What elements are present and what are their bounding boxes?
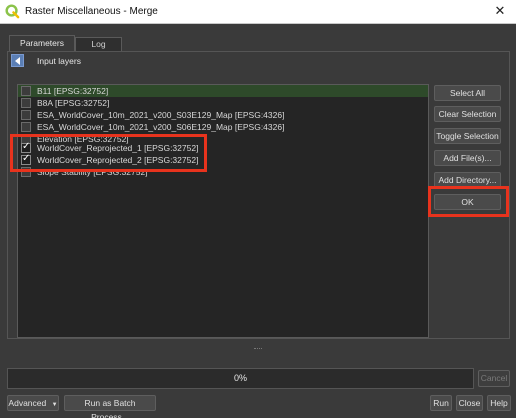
- list-item[interactable]: ✓ WorldCover_Reprojected_1 [EPSG:32752]: [18, 141, 428, 154]
- run-button[interactable]: Run: [430, 395, 452, 411]
- list-item[interactable]: B11 [EPSG:32752]: [18, 85, 428, 97]
- chevron-down-icon: ▼: [51, 402, 58, 408]
- close-button[interactable]: Close: [456, 395, 483, 411]
- add-directory-button[interactable]: Add Directory...: [434, 172, 501, 188]
- close-window-icon[interactable]: ✕: [492, 3, 508, 19]
- layer-name: WorldCover_Reprojected_2 [EPSG:32752]: [37, 155, 199, 165]
- qgis-logo-icon: [5, 4, 20, 19]
- title-bar: Raster Miscellaneous - Merge ✕: [0, 0, 516, 24]
- layer-checkbox[interactable]: [21, 167, 31, 177]
- layer-name: Slope Stability [EPSG:32752]: [37, 167, 148, 177]
- list-item[interactable]: ✓ WorldCover_Reprojected_2 [EPSG:32752]: [18, 153, 428, 166]
- splitter-handle[interactable]: [254, 348, 262, 350]
- advanced-dropdown-button[interactable]: Advanced ▼: [7, 395, 59, 411]
- help-button[interactable]: Help: [487, 395, 511, 411]
- progress-bar: 0%: [7, 368, 474, 389]
- layer-list[interactable]: B11 [EPSG:32752] B8A [EPSG:32752] ESA_Wo…: [17, 84, 429, 338]
- run-batch-process-button[interactable]: Run as Batch Process...: [64, 395, 156, 418]
- advanced-label: Advanced: [8, 398, 47, 408]
- input-layers-label: Input layers: [37, 56, 81, 66]
- collapse-arrow-icon[interactable]: [11, 54, 24, 67]
- list-item[interactable]: Slope Stability [EPSG:32752]: [18, 166, 428, 178]
- clear-selection-button[interactable]: Clear Selection: [434, 106, 501, 122]
- select-all-button[interactable]: Select All: [434, 85, 501, 101]
- layer-name: B8A [EPSG:32752]: [37, 98, 110, 108]
- layer-name: ESA_WorldCover_10m_2021_v200_S06E129_Map…: [37, 122, 285, 132]
- layer-checkbox[interactable]: [21, 98, 31, 108]
- checkmark-icon: ✓: [22, 153, 31, 164]
- layer-checkbox-checked[interactable]: ✓: [21, 153, 31, 165]
- checkmark-icon: ✓: [22, 141, 31, 152]
- cancel-button[interactable]: Cancel: [478, 370, 510, 387]
- list-item[interactable]: B8A [EPSG:32752]: [18, 97, 428, 109]
- layer-checkbox-checked[interactable]: ✓: [21, 141, 31, 153]
- layer-name: ESA_WorldCover_10m_2021_v200_S03E129_Map…: [37, 110, 285, 120]
- tab-parameters[interactable]: Parameters: [9, 35, 75, 52]
- ok-button[interactable]: OK: [434, 194, 501, 210]
- layer-name: WorldCover_Reprojected_1 [EPSG:32752]: [37, 143, 199, 153]
- window-title: Raster Miscellaneous - Merge: [25, 6, 158, 17]
- layer-checkbox[interactable]: [21, 86, 31, 96]
- list-item[interactable]: ESA_WorldCover_10m_2021_v200_S06E129_Map…: [18, 121, 428, 133]
- layer-checkbox[interactable]: [21, 122, 31, 132]
- tab-log[interactable]: Log: [75, 37, 122, 51]
- layer-name: B11 [EPSG:32752]: [37, 86, 109, 96]
- layer-checkbox[interactable]: [21, 110, 31, 120]
- toggle-selection-button[interactable]: Toggle Selection: [434, 128, 501, 144]
- add-files-button[interactable]: Add File(s)...: [434, 150, 501, 166]
- progress-text: 0%: [233, 373, 247, 383]
- list-item[interactable]: ESA_WorldCover_10m_2021_v200_S03E129_Map…: [18, 109, 428, 121]
